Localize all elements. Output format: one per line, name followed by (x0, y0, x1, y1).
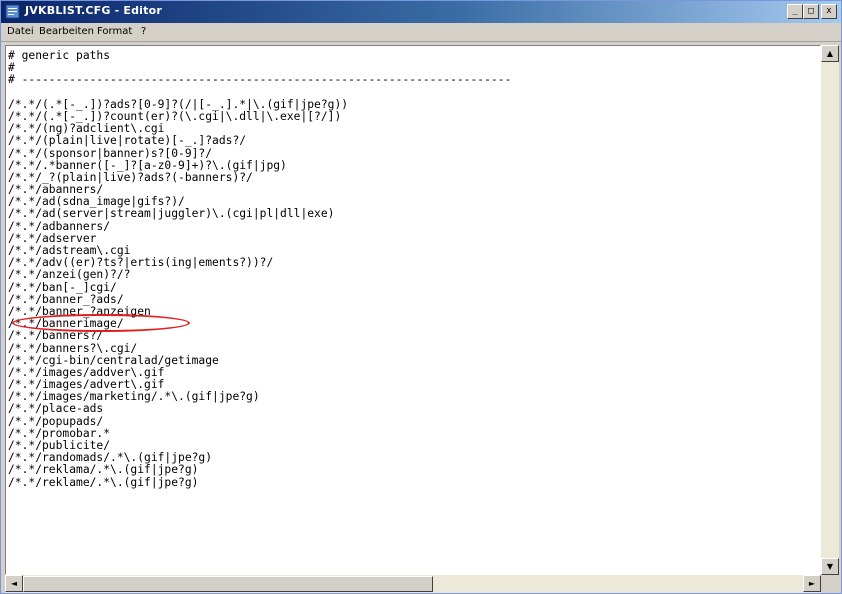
text-line: # generic paths (8, 49, 111, 62)
notepad-icon (5, 4, 20, 19)
text-line: /*.*/popupads/ (8, 414, 104, 428)
text-line: /*.*/(plain|live|rotate)[-_.]?ads?/ (8, 134, 247, 148)
resize-grip[interactable] (821, 575, 839, 593)
text-lines: # generic paths # # ----------------------… (8, 49, 512, 489)
menu-format[interactable]: Format (97, 26, 132, 37)
text-line: /*.*/place-ads (8, 402, 104, 416)
menu-help[interactable]: ? (141, 26, 146, 37)
text-line: /*.*/reklame/.*\.(gif|jpe?g) (8, 475, 199, 489)
text-line: /*.*/ban[-_]cgi/ (8, 280, 117, 294)
menu-datei[interactable]: Datei (7, 26, 34, 37)
horizontal-scrollbar[interactable]: ◄ ► (5, 575, 821, 593)
text-area[interactable]: # generic paths # # ----------------------… (5, 45, 821, 575)
horizontal-scroll-thumb[interactable] (23, 576, 433, 592)
text-line: # --------------------------------------… (8, 73, 512, 87)
text-line: /*.*/banners?/ (8, 329, 104, 343)
scroll-right-button[interactable]: ► (803, 575, 821, 592)
scroll-left-button[interactable]: ◄ (5, 575, 23, 592)
text-line (8, 87, 511, 99)
text-line: /*.*/(sponsor|banner)s?[0-9]?/ (8, 146, 213, 160)
text-line: /*.*/anzei(gen)?/? (8, 268, 131, 282)
text-line: /*.*/reklama/.*\.(gif|jpe?g) (8, 463, 199, 477)
minimize-button[interactable]: _ (787, 4, 803, 19)
menu-bearbeiten[interactable]: Bearbeiten (39, 26, 94, 37)
maximize-button[interactable]: □ (803, 4, 819, 19)
text-line: /*.*/ad(server|stream|juggler)\.(cgi|pl|… (8, 207, 335, 221)
text-line: /*.*/banners?\.cgi/ (8, 341, 138, 355)
text-line: /*.*/adbanners/ (8, 219, 111, 233)
scroll-up-button[interactable]: ▲ (821, 45, 839, 62)
vertical-scrollbar[interactable]: ▲ ▼ (821, 45, 839, 575)
window-title: JVKBLIST.CFG - Editor (25, 4, 162, 17)
close-button[interactable]: x (821, 4, 837, 19)
title-bar[interactable]: JVKBLIST.CFG - Editor _ □ x (1, 1, 841, 23)
scroll-down-button[interactable]: ▼ (821, 558, 839, 575)
highlight-ellipse (12, 314, 190, 332)
menu-bar: Datei Bearbeiten Format ? (1, 23, 841, 42)
notepad-window: JVKBLIST.CFG - Editor _ □ x Datei Bearbe… (0, 0, 842, 594)
